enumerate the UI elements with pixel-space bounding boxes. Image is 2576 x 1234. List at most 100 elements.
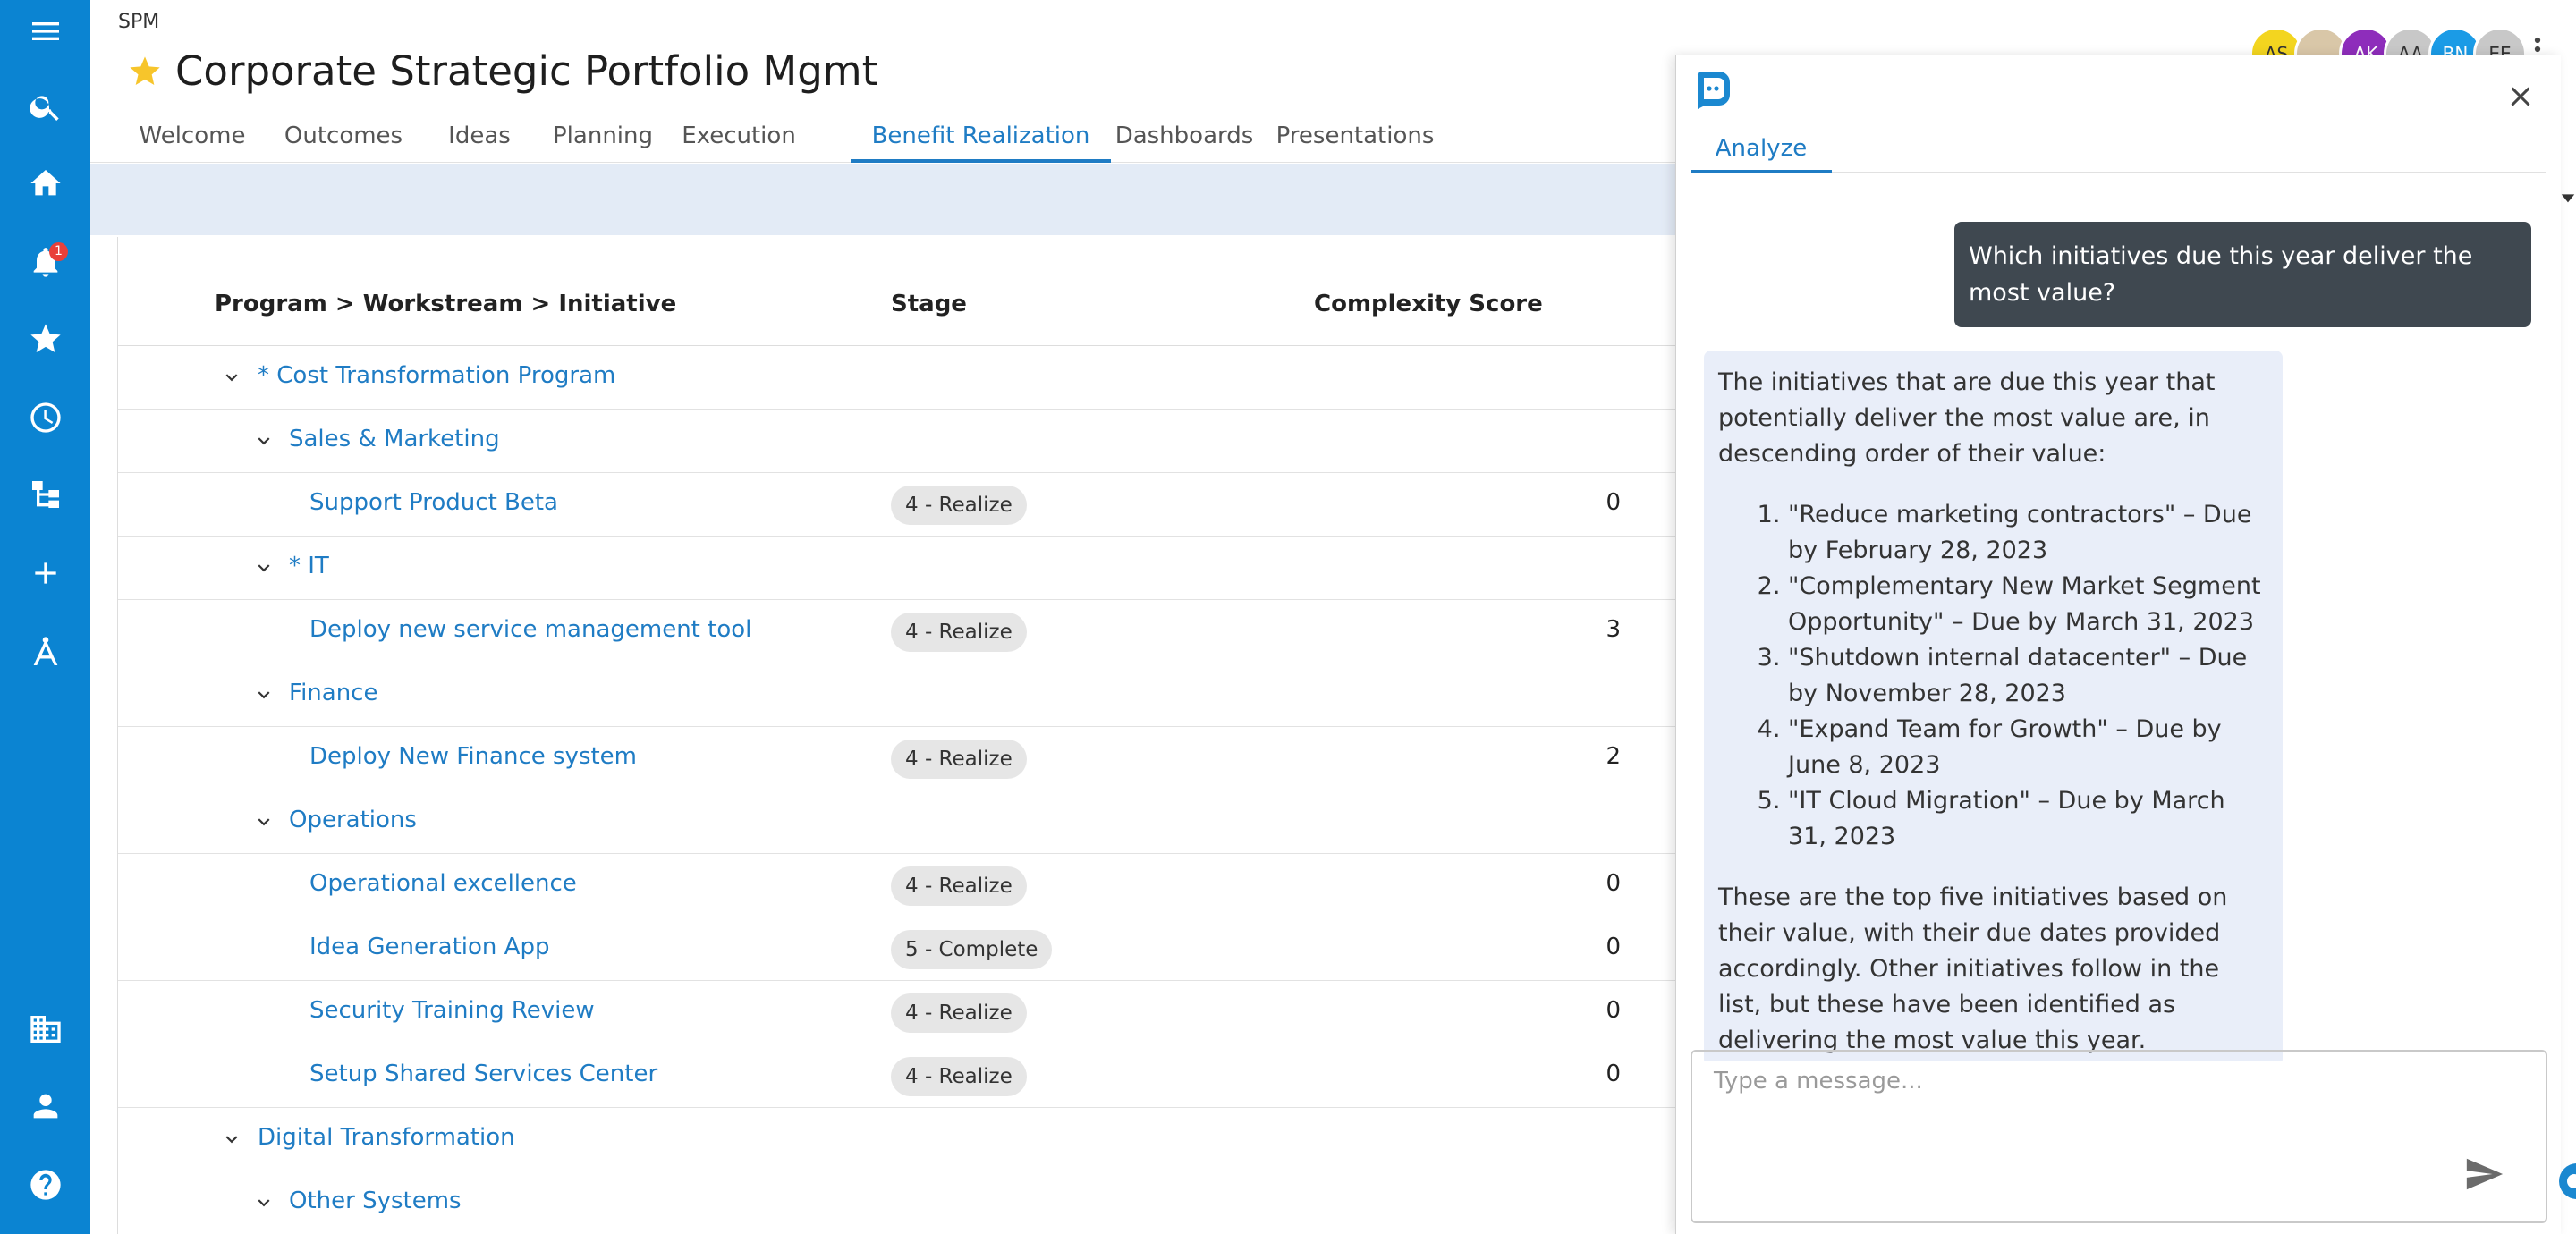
table-row[interactable]: Sales & Marketing: [118, 410, 1677, 473]
chevron-down-icon[interactable]: [252, 556, 275, 579]
dropdown-caret-icon[interactable]: [2560, 190, 2576, 206]
notifications-button[interactable]: 1: [0, 231, 90, 293]
list-item: "Expand Team for Growth" – Due by June 8…: [1788, 712, 2268, 783]
tab-welcome[interactable]: Welcome: [119, 116, 266, 163]
search-button[interactable]: [0, 75, 90, 138]
table-row[interactable]: * Cost Transformation Program: [118, 346, 1677, 410]
table-row[interactable]: Finance: [118, 663, 1677, 727]
assistant-intro-text: The initiatives that are due this year t…: [1718, 368, 2216, 468]
table-row[interactable]: Setup Shared Services Center 4 - Realize 0: [118, 1044, 1677, 1108]
list-item: "IT Cloud Migration" – Due by March 31, …: [1788, 783, 2268, 855]
assistant-message: The initiatives that are due this year t…: [1704, 351, 2283, 1061]
help-button[interactable]: [0, 1154, 90, 1216]
filter-bar: [90, 164, 1677, 235]
favorite-star-icon[interactable]: [127, 54, 163, 89]
row-name-link[interactable]: Support Product Beta: [309, 489, 558, 516]
row-name-link[interactable]: Idea Generation App: [309, 934, 549, 960]
complexity-score-value: 3: [1606, 616, 1621, 643]
tab-planning[interactable]: Planning: [538, 116, 668, 163]
complexity-score-value: 0: [1606, 870, 1621, 897]
column-header-name[interactable]: Program > Workstream > Initiative: [215, 291, 676, 317]
row-name-link[interactable]: * IT: [289, 553, 329, 579]
menu-icon: [31, 22, 59, 40]
chevron-down-icon[interactable]: [252, 429, 275, 452]
organization-button[interactable]: [0, 998, 90, 1061]
complexity-score-value: 0: [1606, 997, 1621, 1024]
tab-benefit-realization[interactable]: Benefit Realization: [851, 116, 1111, 163]
home-button[interactable]: [0, 152, 90, 215]
table-row[interactable]: Security Training Review 4 - Realize 0: [118, 981, 1677, 1044]
tab-analyze[interactable]: Analyze: [1690, 131, 1832, 173]
chevron-down-icon[interactable]: [252, 683, 275, 706]
help-icon: [30, 1170, 61, 1200]
stage-badge: 4 - Realize: [891, 1057, 1027, 1096]
table-row[interactable]: * IT: [118, 537, 1677, 600]
tab-presentations[interactable]: Presentations: [1258, 116, 1453, 163]
menu-button[interactable]: [0, 0, 90, 63]
send-icon[interactable]: [2463, 1154, 2504, 1195]
row-name-link[interactable]: Operations: [289, 807, 417, 833]
row-name-link[interactable]: Setup Shared Services Center: [309, 1061, 657, 1087]
table-row[interactable]: Operations: [118, 790, 1677, 854]
row-name-link[interactable]: Operational excellence: [309, 870, 577, 897]
search-icon: [29, 96, 59, 121]
table-row[interactable]: Other Systems: [118, 1171, 1677, 1234]
recent-button[interactable]: [0, 386, 90, 449]
building-icon: [30, 1016, 61, 1043]
initiative-grid: Program > Workstream > Initiative Stage …: [117, 237, 1677, 1234]
assistant-initiative-list: "Reduce marketing contractors" – Due by …: [1718, 497, 2268, 855]
favorites-button[interactable]: [0, 308, 90, 370]
row-name-link[interactable]: Other Systems: [289, 1188, 462, 1214]
assistant-launcher-icon[interactable]: [2556, 1161, 2576, 1202]
close-icon[interactable]: [2504, 80, 2537, 113]
chevron-down-icon[interactable]: [220, 1128, 243, 1151]
column-header-complexity-score[interactable]: Complexity Score: [1314, 291, 1543, 317]
chat-tabs: Analyze: [1690, 131, 2546, 173]
message-input[interactable]: [1692, 1052, 2546, 1221]
user-icon: [33, 1094, 57, 1119]
table-row[interactable]: Digital Transformation: [118, 1108, 1677, 1171]
table-row[interactable]: Idea Generation App 5 - Complete 0: [118, 917, 1677, 981]
column-header-stage[interactable]: Stage: [891, 291, 967, 317]
chevron-down-icon[interactable]: [252, 810, 275, 833]
row-name-link[interactable]: Security Training Review: [309, 997, 595, 1024]
compass-button[interactable]: [0, 621, 90, 683]
hierarchy-icon: [31, 481, 59, 508]
row-name-link[interactable]: Finance: [289, 680, 377, 706]
plus-icon: [34, 562, 56, 584]
create-button[interactable]: [0, 542, 90, 604]
stage-badge: 5 - Complete: [891, 930, 1053, 969]
row-name-link[interactable]: Deploy new service management tool: [309, 616, 751, 643]
profile-button[interactable]: [0, 1075, 90, 1137]
table-row[interactable]: Deploy New Finance system 4 - Realize 2: [118, 727, 1677, 790]
home-icon: [30, 170, 61, 196]
row-name-link[interactable]: Deploy New Finance system: [309, 743, 637, 770]
stage-badge: 4 - Realize: [891, 740, 1027, 779]
row-name-link[interactable]: Sales & Marketing: [289, 426, 500, 452]
stage-badge: 4 - Realize: [891, 613, 1027, 652]
stage-badge: 4 - Realize: [891, 866, 1027, 906]
chevron-down-icon[interactable]: [252, 1191, 275, 1214]
tab-execution[interactable]: Execution: [668, 116, 809, 163]
row-name-link[interactable]: * Cost Transformation Program: [258, 362, 615, 389]
row-name-link[interactable]: Digital Transformation: [258, 1124, 515, 1151]
chat-panel: Analyze Which initiatives due this year …: [1675, 55, 2561, 1234]
page-title: Corporate Strategic Portfolio Mgmt: [175, 47, 878, 95]
chevron-down-icon[interactable]: [220, 366, 243, 389]
chat-messages[interactable]: Which initiatives due this year deliver …: [1676, 175, 2562, 1061]
table-row[interactable]: Deploy new service management tool 4 - Re…: [118, 600, 1677, 663]
tab-outcomes[interactable]: Outcomes: [266, 116, 421, 163]
stage-badge: 4 - Realize: [891, 486, 1027, 525]
tab-ideas[interactable]: Ideas: [421, 116, 538, 163]
hierarchy-button[interactable]: [0, 463, 90, 526]
table-row[interactable]: Operational excellence 4 - Realize 0: [118, 854, 1677, 917]
list-item: "Reduce marketing contractors" – Due by …: [1788, 497, 2268, 569]
complexity-score-value: 0: [1606, 1061, 1621, 1087]
table-row[interactable]: Support Product Beta 4 - Realize 0: [118, 473, 1677, 537]
tab-dashboards[interactable]: Dashboards: [1111, 116, 1258, 163]
stage-badge: 4 - Realize: [891, 993, 1027, 1033]
star-icon: [30, 324, 61, 352]
notification-count-badge: 1: [49, 242, 68, 261]
compass-icon: [33, 637, 57, 665]
app-label: SPM: [118, 11, 160, 33]
